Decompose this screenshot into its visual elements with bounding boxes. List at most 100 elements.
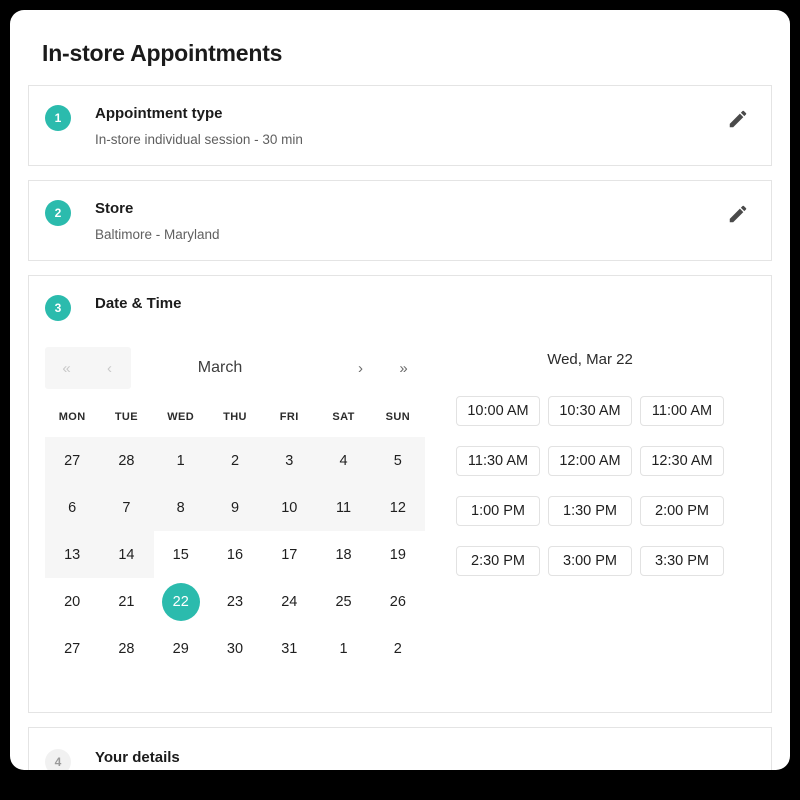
calendar-day-label: 13 <box>64 546 81 563</box>
calendar-day[interactable]: 15 <box>154 531 208 578</box>
calendar-day: 12 <box>370 484 425 531</box>
edit-appointment-type-button[interactable] <box>727 108 749 130</box>
calendar-day-label: 22 <box>161 582 200 621</box>
calendar-day[interactable]: 25 <box>316 578 370 625</box>
time-slot-button[interactable]: 1:30 PM <box>548 496 632 526</box>
calendar-day[interactable]: 19 <box>371 531 425 578</box>
calendar-day-selected[interactable]: 22 <box>154 578 208 625</box>
time-slot-button[interactable]: 1:00 PM <box>456 496 540 526</box>
calendar-day-label: 28 <box>118 452 135 469</box>
calendar-day: 7 <box>99 484 154 531</box>
calendar-day: 11 <box>316 484 371 531</box>
calendar-day[interactable]: 30 <box>208 625 262 672</box>
calendar-day[interactable]: 21 <box>99 578 153 625</box>
calendar-weekday-row: MON TUE WED THU FRI SAT SUN <box>45 411 425 437</box>
time-slot-button[interactable]: 12:00 AM <box>548 446 632 476</box>
calendar-day[interactable]: 26 <box>371 578 425 625</box>
calendar-day-label: 31 <box>281 640 298 657</box>
calendar-day-label: 27 <box>64 640 81 657</box>
pencil-icon <box>727 203 749 225</box>
appointment-booking-card: In-store Appointments 1 Appointment type… <box>10 10 790 770</box>
calendar-weekday-thu: THU <box>223 411 247 423</box>
step-card-your-details[interactable]: 4 Your details <box>28 727 772 770</box>
selected-date-heading: Wed, Mar 22 <box>547 351 633 368</box>
time-slot-button[interactable]: 10:00 AM <box>456 396 540 426</box>
calendar-day-label: 18 <box>335 546 352 563</box>
calendar-day: 5 <box>370 437 425 484</box>
calendar-grid: MON TUE WED THU FRI SAT SUN 27 28 1 2 3 4 5 6 7 8 9 10 11 1… <box>45 411 425 672</box>
calendar-day-label: 15 <box>172 546 189 563</box>
calendar-day: 13 <box>45 531 100 578</box>
calendar-day[interactable]: 24 <box>262 578 316 625</box>
calendar-nav: « ‹ March › » <box>45 347 425 389</box>
calendar-day[interactable]: 28 <box>99 625 153 672</box>
step-badge-2: 2 <box>45 200 71 226</box>
time-slot-button[interactable]: 11:00 AM <box>640 396 724 426</box>
page-title: In-store Appointments <box>42 40 283 66</box>
calendar-day-label: 26 <box>389 593 406 610</box>
calendar-day-label: 20 <box>64 593 81 610</box>
calendar-last-button[interactable]: » <box>382 347 425 389</box>
time-slot-button[interactable]: 2:00 PM <box>640 496 724 526</box>
edit-store-button[interactable] <box>727 203 749 225</box>
calendar-day-label: 24 <box>281 593 298 610</box>
calendar-day: 2 <box>207 437 263 484</box>
time-slot-button[interactable]: 12:30 AM <box>640 446 724 476</box>
calendar-next-button[interactable]: › <box>339 347 382 389</box>
calendar-day-label: 23 <box>226 593 244 610</box>
calendar-day-label: 19 <box>389 546 406 563</box>
calendar-week-row: 27 28 1 2 3 4 5 <box>45 437 425 484</box>
time-slot-button[interactable]: 10:30 AM <box>548 396 632 426</box>
calendar-week-row: 20 21 22 23 24 25 26 <box>45 578 425 625</box>
calendar-day[interactable]: 17 <box>262 531 316 578</box>
time-slots-panel: Wed, Mar 22 10:00 AM 10:30 AM 11:00 AM 11:3… <box>425 347 755 672</box>
step-value-store: Baltimore - Maryland <box>95 227 220 242</box>
calendar-day: 28 <box>99 437 154 484</box>
calendar-day: 8 <box>153 484 208 531</box>
calendar-day-label: 25 <box>335 593 352 610</box>
time-slot-button[interactable]: 2:30 PM <box>456 546 540 576</box>
time-slots-grid: 10:00 AM 10:30 AM 11:00 AM 11:30 AM 12:00 AM… <box>425 396 755 576</box>
calendar-day[interactable]: 23 <box>208 578 262 625</box>
calendar-day-label: 1 <box>339 640 348 657</box>
calendar-day-label: 8 <box>176 499 185 516</box>
calendar-day[interactable]: 20 <box>45 578 99 625</box>
calendar-day-label: 4 <box>339 452 348 469</box>
calendar-day-label: 29 <box>172 640 189 657</box>
time-slot-button[interactable]: 3:00 PM <box>548 546 632 576</box>
calendar-day-label: 10 <box>281 499 298 516</box>
step-card-appointment-type: 1 Appointment type In-store individual s… <box>28 85 772 166</box>
calendar-day[interactable]: 29 <box>154 625 208 672</box>
pencil-icon <box>727 108 749 130</box>
step-label-store: Store <box>95 200 134 217</box>
calendar-day-label: 12 <box>389 499 406 516</box>
calendar-day-label: 17 <box>281 546 298 563</box>
calendar-day[interactable]: 18 <box>316 531 370 578</box>
calendar-day: 4 <box>316 437 371 484</box>
time-slot-button[interactable]: 11:30 AM <box>456 446 540 476</box>
calendar-first-button[interactable]: « <box>45 347 88 389</box>
calendar-day-label: 3 <box>285 452 294 469</box>
calendar-week-row: 27 28 29 30 31 1 2 <box>45 625 425 672</box>
step-label-your-details: Your details <box>95 749 180 766</box>
calendar-day: 27 <box>45 437 100 484</box>
calendar-day-label: 21 <box>118 593 135 610</box>
calendar-day: 1 <box>153 437 208 484</box>
step-card-store: 2 Store Baltimore - Maryland <box>28 180 772 261</box>
calendar-day[interactable]: 31 <box>262 625 316 672</box>
calendar-weekday-tue: TUE <box>114 411 139 423</box>
calendar-day-label: 11 <box>336 499 352 516</box>
calendar-weekday-sat: SAT <box>332 411 355 423</box>
calendar-day-label: 1 <box>176 452 185 469</box>
calendar-prev-button[interactable]: ‹ <box>88 347 131 389</box>
calendar-day[interactable]: 16 <box>208 531 262 578</box>
calendar-day[interactable]: 27 <box>45 625 99 672</box>
calendar-day-label: 2 <box>393 640 402 657</box>
calendar-month-label: March <box>197 359 243 376</box>
step-card-date-time: 3 Date & Time « ‹ March › » MON TUE WED … <box>28 275 772 713</box>
calendar: « ‹ March › » MON TUE WED THU FRI SAT SUN 27 28… <box>45 347 425 672</box>
calendar-week-row: 6 7 8 9 10 11 12 <box>45 484 425 531</box>
calendar-weekday-sun: SUN <box>385 411 411 423</box>
calendar-weekday-wed: WED <box>167 411 195 423</box>
time-slot-button[interactable]: 3:30 PM <box>640 546 724 576</box>
